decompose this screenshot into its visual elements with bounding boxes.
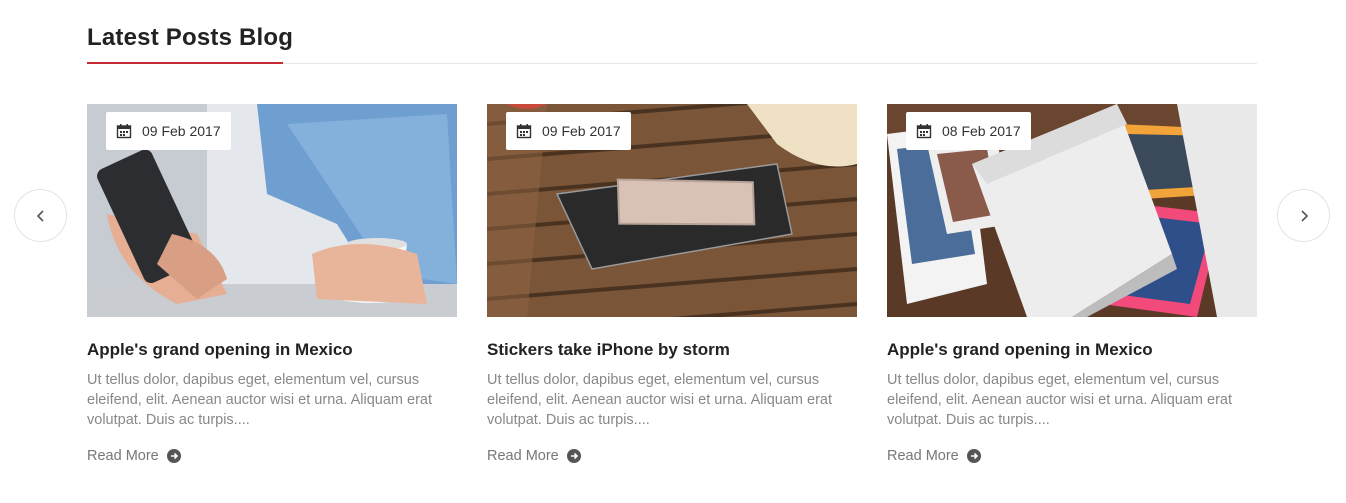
post-date: 09 Feb 2017 [142,123,221,139]
latest-posts-section: Latest Posts Blog 09 Feb 2017 Apple's gr… [87,0,1257,503]
post-excerpt: Ut tellus dolor, dapibus eget, elementum… [487,372,832,428]
arrow-circle-right-icon [166,449,181,463]
post-image[interactable]: 08 Feb 2017 [887,104,1257,317]
post-date-badge: 09 Feb 2017 [506,112,631,150]
carousel-prev-button[interactable] [14,189,67,242]
post-image[interactable]: 09 Feb 2017 [487,104,857,317]
posts-carousel: 09 Feb 2017 Apple's grand opening in Mex… [87,104,1257,484]
chevron-left-icon [36,209,44,222]
read-more-link[interactable]: Read More [887,448,981,464]
post-date-badge: 09 Feb 2017 [106,112,231,150]
carousel-next-button[interactable] [1277,189,1330,242]
arrow-circle-right-icon [966,449,981,463]
post-card: 09 Feb 2017 Apple's grand opening in Mex… [87,104,457,484]
post-date: 08 Feb 2017 [942,123,1021,139]
calendar-icon [916,124,932,139]
read-more-label: Read More [87,448,159,464]
section-header: Latest Posts Blog [87,0,1257,64]
calendar-icon [516,124,532,139]
post-title[interactable]: Apple's grand opening in Mexico [87,340,353,360]
section-title: Latest Posts Blog [87,24,294,51]
post-card: 09 Feb 2017 Stickers take iPhone by stor… [487,104,857,484]
read-more-label: Read More [487,448,559,464]
post-title[interactable]: Apple's grand opening in Mexico [887,340,1153,360]
post-image[interactable]: 09 Feb 2017 [87,104,457,317]
post-excerpt: Ut tellus dolor, dapibus eget, elementum… [87,372,432,428]
post-date: 09 Feb 2017 [542,123,621,139]
calendar-icon [116,124,132,139]
post-title[interactable]: Stickers take iPhone by storm [487,340,730,360]
post-card: 08 Feb 2017 Apple's grand opening in Mex… [887,104,1257,484]
post-date-badge: 08 Feb 2017 [906,112,1031,150]
chevron-right-icon [1300,209,1308,222]
arrow-circle-right-icon [566,449,581,463]
read-more-label: Read More [887,448,959,464]
title-underline [87,62,283,64]
read-more-link[interactable]: Read More [487,448,581,464]
post-excerpt: Ut tellus dolor, dapibus eget, elementum… [887,372,1232,428]
read-more-link[interactable]: Read More [87,448,181,464]
